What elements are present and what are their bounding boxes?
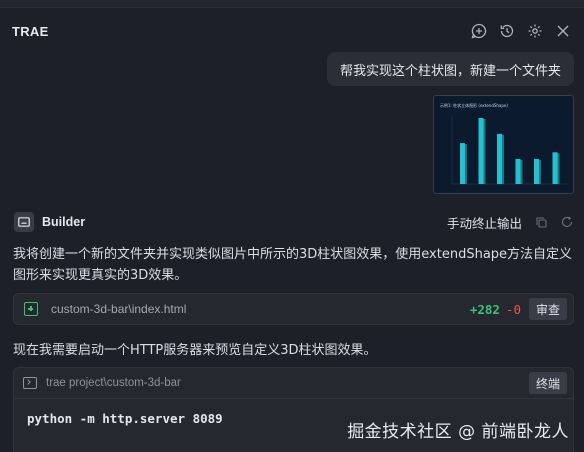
thumbnail-bar-side (483, 119, 486, 184)
terminal-header: trae project\custom-3d-bar 终端 (14, 368, 573, 399)
thumbnail-bar-side (502, 134, 504, 184)
open-terminal-button[interactable]: 终端 (528, 372, 567, 394)
assistant-message-2: 现在我需要启动一个HTTP服务器来预览自定义3D柱状图效果。 (13, 343, 377, 358)
assistant-name: Builder (42, 215, 86, 229)
bar-chart-thumbnail: 示例1: 柱状立体图形 (extendShape) (440, 102, 567, 185)
history-icon[interactable] (498, 22, 516, 40)
lines-removed: -0 (505, 301, 521, 317)
app-title: TRAE (12, 23, 49, 39)
user-message: 帮我实现这个柱状图，新建一个文件夹 (326, 52, 574, 86)
window-top-strip (0, 0, 584, 8)
thumbnail-bar (515, 158, 521, 184)
attachment-image[interactable]: 示例1: 柱状立体图形 (extendShape) (433, 95, 574, 194)
terminal-cwd: trae project\custom-3d-bar (46, 377, 181, 389)
thumbnail-title: 示例1: 柱状立体图形 (extendShape) (440, 102, 508, 108)
thumbnail-bar (460, 143, 465, 184)
thumbnail-bar (478, 118, 484, 184)
thumbnail-bar (552, 152, 558, 184)
thumbnail-bar-side (520, 159, 523, 184)
file-added-icon (24, 302, 38, 316)
thumbnail-bar (534, 158, 539, 184)
close-icon[interactable] (554, 22, 572, 40)
assistant-header: Builder 手动终止输出 (14, 211, 574, 233)
header-actions (470, 22, 572, 40)
settings-icon[interactable] (526, 22, 544, 40)
thumbnail-bar-side (465, 144, 467, 184)
panel-header: TRAE (0, 8, 584, 54)
stop-output-button[interactable]: 手动终止输出 (447, 213, 522, 232)
new-chat-icon[interactable] (470, 22, 488, 40)
builder-icon (14, 212, 34, 232)
user-message-text: 帮我实现这个柱状图，新建一个文件夹 (339, 63, 561, 79)
regenerate-icon[interactable] (560, 215, 574, 229)
thumbnail-bar-side (539, 159, 541, 184)
file-change-card[interactable]: custom-3d-bar\index.html +282 -0 审查 (13, 293, 574, 325)
assistant-message-1: 我将创建一个新的文件夹并实现类似图片中所示的3D柱状图效果，使用extendSh… (13, 247, 573, 283)
copy-icon[interactable] (534, 215, 548, 229)
terminal-command: python -m http.server 8089 (27, 411, 223, 426)
thumbnail-bar-side (557, 153, 560, 184)
watermark: 掘金技术社区 @ 前端卧龙人 (347, 422, 569, 442)
thumbnail-bar (497, 133, 502, 184)
file-path[interactable]: custom-3d-bar\index.html (51, 302, 186, 316)
lines-added: +282 (469, 301, 500, 317)
review-button[interactable]: 审查 (528, 298, 567, 320)
terminal-icon (23, 377, 37, 389)
